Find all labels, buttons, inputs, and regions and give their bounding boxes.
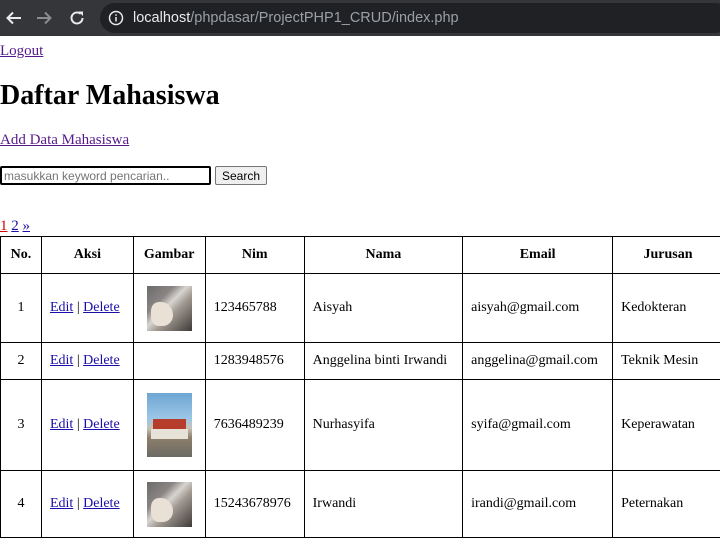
header-nama: Nama [304, 237, 464, 274]
cell-nim: 15243678976 [205, 471, 305, 538]
cell-email: aisyah@gmail.com [463, 274, 614, 343]
url-text: localhost/phpdasar/ProjectPHP1_CRUD/inde… [133, 3, 459, 33]
back-arrow-icon[interactable] [3, 7, 25, 29]
cell-email: irandi@gmail.com [463, 471, 614, 538]
header-nim: Nim [205, 237, 305, 274]
student-photo [146, 481, 192, 527]
table-row: 1 Edit | Delete 123465788 Aisyah aisyah@… [1, 274, 720, 343]
header-jurusan: Jurusan [613, 237, 720, 274]
delete-link[interactable]: Delete [83, 353, 120, 368]
add-data-link[interactable]: Add Data Mahasiswa [0, 132, 129, 149]
table-header-row: No. Aksi Gambar Nim Nama Email Jurusan [1, 237, 720, 274]
page-2-link[interactable]: 2 [11, 218, 19, 234]
cell-gambar [133, 343, 206, 380]
cell-no: 1 [1, 274, 42, 343]
page-title: Daftar Mahasiswa [0, 80, 220, 111]
cell-nim: 7636489239 [205, 380, 305, 471]
student-photo [146, 393, 192, 457]
cell-nama: Anggelina binti Irwandi [304, 343, 464, 380]
table-row: 3 Edit | Delete 7636489239 Nurhasyifa sy… [1, 380, 720, 471]
edit-link[interactable]: Edit [50, 300, 73, 315]
url-path: /phpdasar/ProjectPHP1_CRUD/index.php [190, 10, 459, 26]
next-page-link[interactable]: » [23, 218, 31, 234]
header-email: Email [463, 237, 614, 274]
edit-link[interactable]: Edit [50, 417, 73, 432]
cell-nama: Nurhasyifa [304, 380, 464, 471]
header-no: No. [1, 237, 42, 274]
cell-email: syifa@gmail.com [463, 380, 614, 471]
delete-link[interactable]: Delete [83, 417, 120, 432]
pagination: 1 2 » [0, 218, 30, 235]
cell-nama: Aisyah [304, 274, 464, 343]
forward-arrow-icon[interactable] [33, 7, 55, 29]
table-row: 4 Edit | Delete 15243678976 Irwandi iran… [1, 471, 720, 538]
delete-link[interactable]: Delete [83, 300, 120, 315]
address-bar[interactable]: localhost/phpdasar/ProjectPHP1_CRUD/inde… [100, 3, 720, 33]
logout-link[interactable]: Logout [0, 43, 43, 60]
cell-jurusan: Peternakan [613, 471, 720, 538]
action-separator: | [76, 417, 80, 432]
cell-jurusan: Kedokteran [613, 274, 720, 343]
cell-nim: 1283948576 [205, 343, 305, 380]
cell-gambar [133, 471, 206, 538]
cell-email: anggelina@gmail.com [463, 343, 614, 380]
edit-link[interactable]: Edit [50, 496, 73, 511]
cell-gambar [133, 380, 206, 471]
browser-toolbar: localhost/phpdasar/ProjectPHP1_CRUD/inde… [0, 0, 720, 36]
action-separator: | [76, 300, 80, 315]
student-photo [146, 285, 192, 331]
reload-icon[interactable] [66, 7, 88, 29]
cell-jurusan: Teknik Mesin [613, 343, 720, 380]
action-separator: | [76, 353, 80, 368]
cell-no: 2 [1, 343, 42, 380]
cell-nim: 123465788 [205, 274, 305, 343]
cell-aksi: Edit | Delete [41, 380, 134, 471]
page-1-link[interactable]: 1 [0, 218, 8, 234]
cell-aksi: Edit | Delete [41, 471, 134, 538]
edit-link[interactable]: Edit [50, 353, 73, 368]
cell-gambar [133, 274, 206, 343]
cell-nama: Irwandi [304, 471, 464, 538]
cell-no: 4 [1, 471, 42, 538]
action-separator: | [76, 496, 80, 511]
cell-aksi: Edit | Delete [41, 343, 134, 380]
mahasiswa-table: No. Aksi Gambar Nim Nama Email Jurusan 1… [0, 236, 720, 538]
header-gambar: Gambar [133, 237, 206, 274]
search-button[interactable]: Search [215, 166, 267, 185]
cell-aksi: Edit | Delete [41, 274, 134, 343]
header-aksi: Aksi [41, 237, 134, 274]
cell-jurusan: Keperawatan [613, 380, 720, 471]
page-content: Logout Daftar Mahasiswa Add Data Mahasis… [0, 36, 720, 547]
table-row: 2 Edit | Delete 1283948576 Anggelina bin… [1, 343, 720, 380]
search-input[interactable] [0, 166, 211, 185]
info-icon[interactable] [108, 10, 124, 26]
delete-link[interactable]: Delete [83, 496, 120, 511]
url-host: localhost [133, 10, 191, 26]
cell-no: 3 [1, 380, 42, 471]
